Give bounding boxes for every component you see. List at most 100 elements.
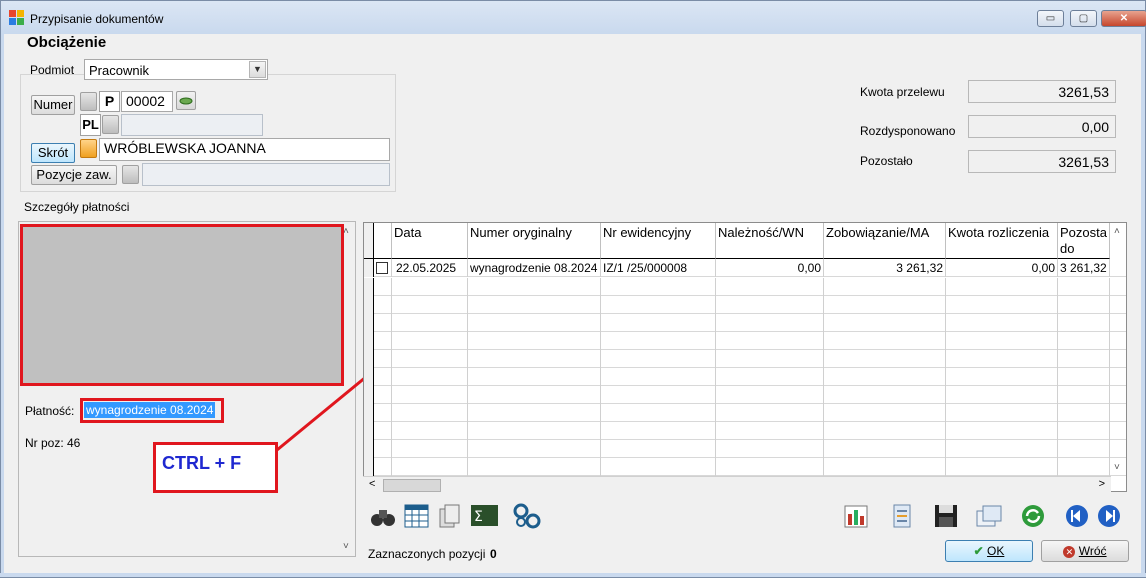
empty-cell — [392, 296, 468, 314]
empty-cell — [374, 440, 392, 458]
ok-label: OK — [987, 544, 1005, 558]
empty-cell — [946, 386, 1058, 404]
cancel-icon: ✕ — [1063, 545, 1076, 558]
empty-cell — [824, 440, 946, 458]
empty-cell — [1058, 278, 1110, 296]
col-header-kwota[interactable]: Kwota rozliczenia — [946, 223, 1058, 259]
empty-table-row[interactable] — [364, 314, 1126, 332]
cell-data: 22.05.2025 — [392, 259, 468, 277]
scroll-right-icon[interactable]: > — [1099, 478, 1105, 490]
cancel-button[interactable]: ✕ Wróć — [1041, 540, 1129, 562]
empty-cell — [1058, 422, 1110, 440]
empty-cell — [1058, 350, 1110, 368]
empty-table-row[interactable] — [364, 440, 1126, 458]
empty-cell — [364, 296, 374, 314]
empty-cell — [468, 278, 601, 296]
binoculars-icon[interactable] — [368, 502, 398, 530]
empty-cell — [716, 458, 824, 476]
empty-cell — [946, 440, 1058, 458]
empty-table-row[interactable] — [364, 404, 1126, 422]
empty-cell — [946, 404, 1058, 422]
checkmark-icon: ✔ — [973, 544, 984, 558]
empty-cell — [468, 404, 601, 422]
grid-scroll-down-icon[interactable]: ˅ — [1114, 462, 1120, 473]
empty-cell — [824, 386, 946, 404]
empty-cell — [468, 440, 601, 458]
scroll-left-icon[interactable]: < — [369, 478, 375, 490]
shortcut-callout: CTRL + F — [153, 442, 278, 493]
empty-cell — [468, 386, 601, 404]
empty-cell — [364, 350, 374, 368]
cancel-label: Wróć — [1078, 544, 1107, 558]
empty-table-row[interactable] — [364, 422, 1126, 440]
empty-cell — [716, 422, 824, 440]
empty-cell — [1058, 296, 1110, 314]
empty-cell — [468, 296, 601, 314]
empty-table-row[interactable] — [364, 278, 1126, 296]
empty-table-row[interactable] — [364, 350, 1126, 368]
empty-cell — [364, 278, 374, 296]
col-header-pozostalo[interactable]: Pozosta do — [1058, 223, 1110, 259]
empty-cell — [374, 386, 392, 404]
empty-cell — [468, 350, 601, 368]
empty-table-row[interactable] — [364, 368, 1126, 386]
col-header-zobowiazanie[interactable]: Zobowiązanie/MA — [824, 223, 946, 259]
col-header-nrew[interactable]: Nr ewidencyjny — [601, 223, 716, 259]
empty-cell — [364, 404, 374, 422]
empty-cell — [824, 278, 946, 296]
ok-button[interactable]: ✔ OK — [945, 540, 1033, 562]
refresh-icon[interactable] — [1018, 502, 1048, 530]
empty-table-row[interactable] — [364, 386, 1126, 404]
empty-cell — [374, 332, 392, 350]
clipboard-icon[interactable] — [887, 502, 917, 530]
empty-cell — [601, 422, 716, 440]
empty-cell — [716, 314, 824, 332]
empty-cell — [824, 332, 946, 350]
empty-cell — [1058, 386, 1110, 404]
windows-icon[interactable] — [974, 502, 1004, 530]
empty-cell — [716, 296, 824, 314]
empty-cell — [392, 350, 468, 368]
empty-cell — [824, 422, 946, 440]
calendar-grid-icon[interactable] — [402, 502, 432, 530]
empty-cell — [374, 278, 392, 296]
empty-cell — [364, 386, 374, 404]
empty-cell — [374, 350, 392, 368]
sum-icon[interactable]: Σ — [470, 502, 500, 530]
chart-icon[interactable] — [842, 502, 872, 530]
document-stack-icon[interactable] — [436, 502, 466, 530]
empty-cell — [364, 422, 374, 440]
row-checkbox[interactable] — [376, 262, 388, 274]
empty-table-row[interactable] — [364, 296, 1126, 314]
documents-grid[interactable]: Data Numer oryginalny Nr ewidencyjny Nal… — [363, 222, 1127, 492]
prev-icon[interactable] — [1062, 502, 1092, 530]
col-header-numer[interactable]: Numer oryginalny — [468, 223, 601, 259]
row-checkbox-cell[interactable] — [374, 259, 392, 277]
empty-cell — [1058, 368, 1110, 386]
empty-cell — [392, 368, 468, 386]
empty-cell — [716, 278, 824, 296]
empty-table-row[interactable] — [364, 458, 1126, 476]
col-header-data[interactable]: Data — [392, 223, 468, 259]
empty-cell — [824, 350, 946, 368]
empty-cell — [824, 458, 946, 476]
empty-cell — [601, 296, 716, 314]
grid-scroll-up-icon[interactable]: ˄ — [1114, 226, 1120, 237]
hscroll-thumb[interactable] — [383, 479, 441, 492]
empty-table-row[interactable] — [364, 332, 1126, 350]
empty-cell — [946, 278, 1058, 296]
empty-cell — [468, 422, 601, 440]
cell-zobowiazanie: 3 261,32 — [824, 259, 946, 277]
grid-hscroll[interactable]: < > — [363, 476, 1111, 493]
empty-cell — [1058, 404, 1110, 422]
empty-cell — [716, 404, 824, 422]
empty-cell — [364, 332, 374, 350]
empty-cell — [824, 314, 946, 332]
save-icon[interactable] — [931, 502, 961, 530]
empty-cell — [824, 404, 946, 422]
next-icon[interactable] — [1094, 502, 1124, 530]
settings-gears-icon[interactable] — [512, 502, 542, 530]
empty-cell — [601, 332, 716, 350]
table-row[interactable]: 22.05.2025 wynagrodzenie 08.2024 IZ/1 /2… — [364, 259, 1126, 277]
col-header-naleznosc[interactable]: Należność/WN — [716, 223, 824, 259]
